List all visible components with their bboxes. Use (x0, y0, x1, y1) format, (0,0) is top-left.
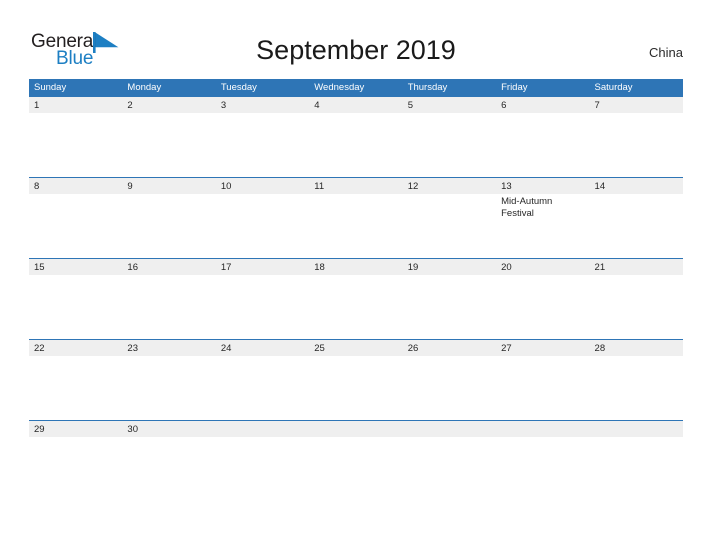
day-cell-empty (590, 421, 683, 501)
day-cell[interactable]: 26 (403, 340, 496, 420)
day-cell[interactable]: 25 (309, 340, 402, 420)
day-number: 14 (594, 181, 606, 192)
day-cell[interactable]: 14 (590, 178, 683, 258)
day-number: 6 (501, 100, 507, 111)
day-number: 20 (501, 262, 512, 273)
day-number: 10 (220, 181, 232, 192)
day-cell[interactable]: 22 (29, 340, 122, 420)
page-header: General Blue September 2019 China (0, 0, 712, 76)
calendar-week-row: 15 16 17 18 19 20 21 (29, 258, 683, 339)
day-number: 26 (407, 343, 419, 354)
day-number: 12 (407, 181, 419, 192)
day-number: 25 (314, 343, 325, 354)
day-cell[interactable]: 23 (122, 340, 215, 420)
calendar-week-row: 8 9 10 11 12 13 Mid-Autumn Festival 14 (29, 177, 683, 258)
day-cell[interactable]: 4 (309, 97, 402, 177)
day-number: 21 (594, 262, 606, 273)
day-cell[interactable]: 19 (403, 259, 496, 339)
weekday-header-row: Sunday Monday Tuesday Wednesday Thursday… (29, 79, 683, 96)
day-cell[interactable]: 18 (309, 259, 402, 339)
day-cell-holiday[interactable]: 13 Mid-Autumn Festival (496, 178, 589, 258)
day-number: 22 (34, 343, 45, 354)
day-cell[interactable]: 5 (403, 97, 496, 177)
weekday-wednesday: Wednesday (314, 82, 365, 93)
day-number: 28 (594, 343, 606, 354)
day-cell[interactable]: 9 (122, 178, 215, 258)
page-title: September 2019 (256, 35, 456, 65)
day-event: Mid-Autumn Festival (501, 196, 553, 219)
country-label: China (649, 45, 683, 60)
day-number: 4 (314, 100, 320, 111)
day-cell-empty (309, 421, 402, 501)
day-cell[interactable]: 27 (496, 340, 589, 420)
calendar-week-row: 22 23 24 25 26 27 28 (29, 339, 683, 420)
day-number: 3 (220, 100, 227, 111)
day-number: 19 (407, 262, 419, 273)
day-cell[interactable]: 30 (122, 421, 215, 501)
day-cell[interactable]: 1 (29, 97, 122, 177)
day-cell[interactable]: 29 (29, 421, 122, 501)
day-cell[interactable]: 7 (590, 97, 683, 177)
day-cell[interactable]: 2 (122, 97, 215, 177)
day-number (314, 422, 402, 437)
day-number: 5 (407, 100, 413, 111)
weekday-monday: Monday (127, 82, 162, 93)
day-number: 1 (34, 100, 40, 111)
day-number: 11 (314, 181, 325, 192)
weekday-thursday: Thursday (407, 82, 448, 93)
day-cell[interactable]: 15 (29, 259, 122, 339)
day-cell-empty (496, 421, 589, 501)
day-number: 30 (127, 424, 138, 435)
day-cell-empty (403, 421, 496, 501)
weekday-friday: Friday (501, 82, 528, 93)
day-number: 8 (34, 181, 40, 192)
day-cell[interactable]: 8 (29, 178, 122, 258)
day-number (408, 422, 496, 437)
day-cell[interactable]: 20 (496, 259, 589, 339)
day-number: 15 (34, 262, 45, 273)
day-number: 18 (314, 262, 325, 273)
calendar-week-row: 1 2 3 4 5 6 7 (29, 96, 683, 177)
day-cell[interactable]: 11 (309, 178, 402, 258)
day-cell[interactable]: 21 (590, 259, 683, 339)
day-number (501, 422, 589, 437)
day-number: 29 (34, 424, 45, 435)
day-number: 24 (220, 343, 232, 354)
day-cell[interactable]: 17 (216, 259, 309, 339)
calendar-week-row: 29 30 (29, 420, 683, 501)
weekday-tuesday: Tuesday (220, 82, 257, 93)
day-cell[interactable]: 6 (496, 97, 589, 177)
day-cell[interactable]: 28 (590, 340, 683, 420)
day-cell[interactable]: 12 (403, 178, 496, 258)
day-cell-empty (216, 421, 309, 501)
day-cell[interactable]: 10 (216, 178, 309, 258)
day-cell[interactable]: 24 (216, 340, 309, 420)
day-number: 13 (501, 181, 512, 192)
day-number: 17 (220, 262, 232, 273)
day-number: 9 (127, 181, 133, 192)
day-number: 27 (501, 343, 512, 354)
day-cell[interactable]: 16 (122, 259, 215, 339)
calendar-grid: Sunday Monday Tuesday Wednesday Thursday… (29, 79, 683, 501)
day-number: 7 (594, 100, 600, 111)
day-cell[interactable]: 3 (216, 97, 309, 177)
day-number: 16 (127, 262, 138, 273)
day-number: 23 (127, 343, 138, 354)
day-number: 2 (127, 100, 133, 111)
day-number (595, 422, 683, 437)
day-number (221, 422, 309, 437)
weekday-saturday: Saturday (594, 82, 633, 93)
weekday-sunday: Sunday (34, 82, 67, 93)
